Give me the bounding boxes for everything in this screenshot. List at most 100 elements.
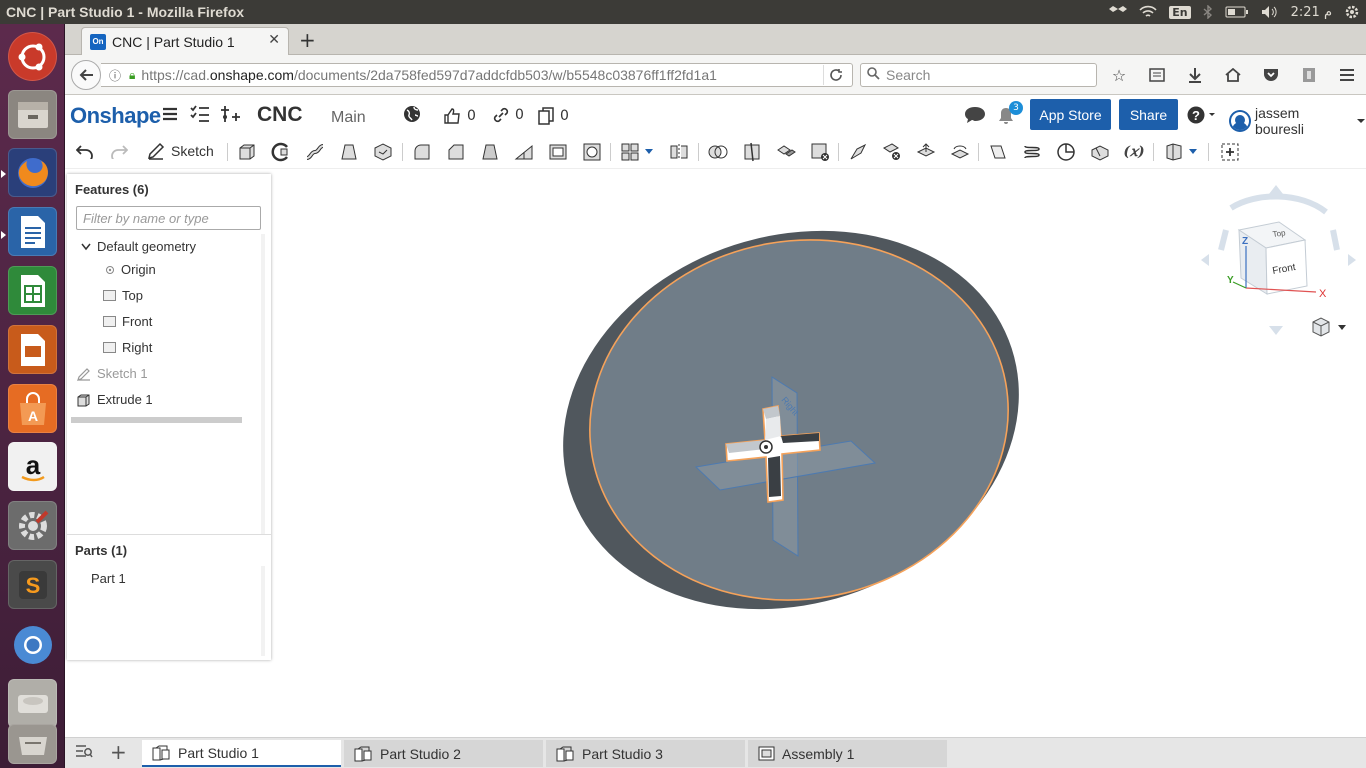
software-center-icon[interactable]: A bbox=[8, 384, 57, 433]
sublime-text-icon[interactable]: S bbox=[8, 560, 57, 609]
extrude-feature-item[interactable]: Extrude 1 bbox=[77, 392, 153, 407]
draft-icon[interactable] bbox=[478, 141, 502, 163]
ubuntu-dash-icon[interactable] bbox=[8, 32, 57, 81]
view-cube[interactable]: Top Front X Z Y bbox=[1201, 185, 1356, 335]
rotate-left-arrow[interactable] bbox=[1201, 254, 1209, 266]
rotate-right-arc[interactable] bbox=[1330, 229, 1340, 251]
likes-counter[interactable]: 0 bbox=[443, 107, 476, 125]
feature-list-icon[interactable] bbox=[190, 105, 210, 128]
default-geometry-group[interactable]: Default geometry bbox=[81, 239, 196, 254]
back-button[interactable] bbox=[71, 60, 101, 90]
rotate-up-arc[interactable] bbox=[1229, 193, 1328, 215]
help-icon[interactable]: ? bbox=[1187, 106, 1217, 129]
lock-icon[interactable]: 🔒︎ bbox=[129, 68, 135, 83]
graphics-viewport[interactable]: Right Top Front X Z Y bbox=[271, 170, 1366, 737]
links-counter[interactable]: 0 bbox=[493, 107, 524, 123]
gear-icon[interactable] bbox=[1344, 4, 1360, 20]
sketch-button[interactable]: Sketch bbox=[147, 142, 214, 160]
boolean-icon[interactable] bbox=[706, 141, 730, 163]
workspace-name[interactable]: Main bbox=[331, 109, 366, 127]
search-input[interactable]: Search bbox=[860, 63, 1097, 87]
rotate-up-arrow[interactable] bbox=[1269, 185, 1283, 194]
tab-assembly-1[interactable]: Assembly 1 bbox=[748, 740, 947, 767]
sweep-icon[interactable] bbox=[303, 141, 327, 163]
plane-item-top[interactable]: Top bbox=[103, 288, 143, 303]
menu-icon[interactable] bbox=[1328, 68, 1366, 82]
chamfer-icon[interactable] bbox=[444, 141, 468, 163]
shell-icon[interactable] bbox=[546, 141, 570, 163]
onshape-logo[interactable]: Onshape bbox=[70, 103, 161, 129]
sketch-feature-item[interactable]: Sketch 1 bbox=[77, 366, 148, 381]
fillet-icon[interactable] bbox=[410, 141, 434, 163]
clock[interactable]: م 2:21 bbox=[1291, 5, 1332, 20]
custom-features-icon[interactable] bbox=[1163, 141, 1187, 163]
replace-face-icon[interactable] bbox=[948, 141, 972, 163]
document-menu-icon[interactable] bbox=[162, 105, 178, 126]
system-settings-icon[interactable] bbox=[8, 501, 57, 550]
app-store-button[interactable]: App Store bbox=[1030, 99, 1111, 130]
rib-icon[interactable] bbox=[512, 141, 536, 163]
move-face-icon[interactable] bbox=[914, 141, 938, 163]
modify-fillet-icon[interactable] bbox=[846, 141, 870, 163]
wifi-icon[interactable] bbox=[1139, 5, 1157, 19]
document-name[interactable]: CNC bbox=[257, 103, 303, 127]
rotate-right-arrow[interactable] bbox=[1348, 254, 1356, 266]
helix-icon[interactable] bbox=[1020, 141, 1044, 163]
volume-icon[interactable] bbox=[1261, 5, 1279, 19]
files-icon[interactable] bbox=[8, 90, 57, 139]
view-cube-top-label[interactable]: Top bbox=[1272, 228, 1287, 239]
split-icon[interactable] bbox=[740, 141, 764, 163]
bookmark-star-icon[interactable]: ☆ bbox=[1100, 66, 1138, 85]
firefox-icon[interactable] bbox=[8, 148, 57, 197]
calc-icon[interactable] bbox=[8, 266, 57, 315]
pocket-icon[interactable] bbox=[1252, 68, 1290, 82]
download-icon[interactable] bbox=[1176, 67, 1214, 83]
delete-part-icon[interactable] bbox=[808, 141, 832, 163]
add-custom-feature-icon[interactable] bbox=[1218, 141, 1242, 163]
plane-item-right[interactable]: Right bbox=[103, 340, 152, 355]
disk-icon[interactable] bbox=[8, 679, 57, 728]
delete-face-icon[interactable] bbox=[880, 141, 904, 163]
redo-icon[interactable] bbox=[107, 141, 131, 163]
comments-icon[interactable] bbox=[964, 106, 986, 129]
rotate-down-arrow[interactable] bbox=[1269, 326, 1283, 335]
variable-icon[interactable]: (𝑥) bbox=[1122, 141, 1146, 163]
thicken-icon[interactable] bbox=[371, 141, 395, 163]
share-button[interactable]: Share bbox=[1119, 99, 1178, 130]
insert-feature-icon[interactable] bbox=[220, 105, 240, 128]
globe-icon[interactable] bbox=[403, 105, 421, 128]
dropbox-icon[interactable] bbox=[1109, 5, 1128, 19]
plane-item-front[interactable]: Front bbox=[103, 314, 152, 329]
tab-part-studio-2[interactable]: Part Studio 2 bbox=[344, 740, 543, 767]
home-icon[interactable] bbox=[1214, 68, 1252, 82]
extension-icon[interactable] bbox=[1290, 67, 1328, 83]
user-menu[interactable]: jassem bouresli bbox=[1229, 105, 1366, 137]
hole-icon[interactable] bbox=[580, 141, 604, 163]
sheet-metal-icon[interactable] bbox=[1088, 141, 1112, 163]
reload-icon[interactable] bbox=[823, 65, 847, 85]
reading-list-icon[interactable] bbox=[1138, 68, 1176, 82]
revolve-icon[interactable] bbox=[269, 141, 293, 163]
keyboard-layout[interactable]: En bbox=[1169, 5, 1191, 19]
undo-icon[interactable] bbox=[73, 141, 97, 163]
battery-icon[interactable] bbox=[1225, 6, 1249, 18]
bluetooth-icon[interactable] bbox=[1203, 5, 1213, 19]
transform-icon[interactable] bbox=[774, 141, 798, 163]
tab-manager-icon[interactable] bbox=[75, 743, 93, 763]
parts-list-scrollbar[interactable] bbox=[261, 566, 265, 656]
close-tab-icon[interactable]: ✕ bbox=[268, 32, 280, 48]
chromium-icon[interactable] bbox=[8, 620, 57, 669]
amazon-icon[interactable]: a bbox=[8, 442, 57, 491]
custom-features-chevron-icon[interactable] bbox=[1187, 141, 1199, 163]
plane-icon[interactable] bbox=[986, 141, 1010, 163]
browser-tab-active[interactable]: On CNC | Part Studio 1 ✕ bbox=[81, 27, 289, 55]
loft-icon[interactable] bbox=[337, 141, 361, 163]
origin-item[interactable]: Origin bbox=[105, 262, 156, 277]
url-bar[interactable]: ⓘ 🔒︎ https://cad. onshape.com/documents/2… bbox=[101, 63, 853, 87]
view-options-menu[interactable] bbox=[1312, 317, 1346, 337]
pattern-dropdown-chevron-icon[interactable] bbox=[643, 141, 655, 163]
trash-icon[interactable] bbox=[8, 724, 57, 764]
copies-counter[interactable]: 0 bbox=[538, 107, 569, 125]
mirror-icon[interactable] bbox=[667, 141, 691, 163]
feature-list-scrollbar[interactable] bbox=[261, 234, 265, 534]
